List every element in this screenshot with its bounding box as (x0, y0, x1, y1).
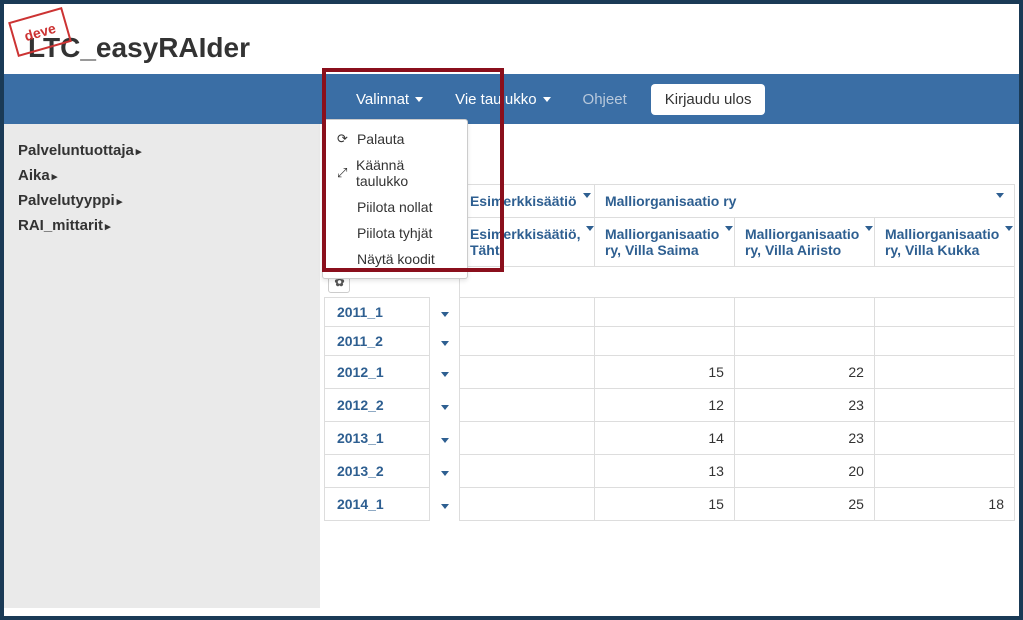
caret-down-icon (586, 226, 594, 231)
table-row: 2012_2 1223 (324, 388, 1014, 421)
col-header-label: Esimerkkisäätiö, Tähti (470, 226, 581, 258)
row-header[interactable]: 2013_2 (324, 454, 429, 487)
caret-down-icon (865, 226, 873, 231)
caret-down-icon[interactable] (441, 438, 449, 443)
caret-down-icon (543, 97, 551, 102)
data-cell (874, 388, 1014, 421)
row-header[interactable]: 2011_1 (324, 297, 429, 326)
col-header-1[interactable]: Malliorganisaatio ry, Villa Saima (594, 218, 734, 267)
data-cell (594, 297, 734, 326)
data-cell: 15 (594, 355, 734, 388)
caret-down-icon[interactable] (441, 471, 449, 476)
data-cell (874, 454, 1014, 487)
data-cell (734, 326, 874, 355)
nav-vie-taulukko[interactable]: Vie taulukko (439, 77, 566, 122)
caret-down-icon[interactable] (441, 341, 449, 346)
dropdown-nayta-koodit[interactable]: Näytä koodit (323, 246, 467, 272)
row-header[interactable]: 2011_2 (324, 326, 429, 355)
sidebar-item-rai-mittarit[interactable]: RAI_mittarit (18, 215, 306, 236)
navbar: Valinnat Vie taulukko Ohjeet Kirjaudu ul… (4, 74, 1019, 124)
dropdown-piilota-nollat[interactable]: Piilota nollat (323, 194, 467, 220)
data-cell: 20 (734, 454, 874, 487)
data-cell (874, 355, 1014, 388)
caret-down-icon (725, 226, 733, 231)
caret-down-icon[interactable] (441, 504, 449, 509)
caret-down-icon[interactable] (441, 405, 449, 410)
data-cell: 13 (594, 454, 734, 487)
valinnat-dropdown: ⟳ Palauta ⤢ Käännä taulukko Piilota noll… (322, 119, 468, 279)
data-cell (459, 421, 594, 454)
sidebar-item-palvelutyyppi[interactable]: Palvelutyyppi (18, 190, 306, 211)
dropdown-piilota-tyhjat[interactable]: Piilota tyhjät (323, 220, 467, 246)
table-row: 2012_1 1522 (324, 355, 1014, 388)
data-cell (459, 487, 594, 520)
caret-down-icon[interactable] (441, 312, 449, 317)
data-cell (459, 454, 594, 487)
app-header: deve LTC_easyRAIder (4, 4, 1019, 74)
dropdown-piilota-nollat-label: Piilota nollat (357, 199, 433, 215)
expand-icon: ⤢ (337, 165, 350, 181)
caret-down-icon (415, 97, 423, 102)
row-header[interactable]: 2013_1 (324, 421, 429, 454)
data-cell (734, 297, 874, 326)
nav-valinnat-label: Valinnat (356, 91, 409, 108)
nav-valinnat[interactable]: Valinnat (340, 77, 439, 122)
data-cell (459, 388, 594, 421)
group-header-label: Malliorganisaatio ry (605, 193, 736, 209)
data-cell: 22 (734, 355, 874, 388)
dropdown-palauta[interactable]: ⟳ Palauta (323, 126, 467, 152)
table-row: 2011_1 (324, 297, 1014, 326)
row-header[interactable]: 2014_1 (324, 487, 429, 520)
group-header-esimerkkisaatio[interactable]: Esimerkkisäätiö (459, 185, 594, 218)
table-row: 2014_1 152518 (324, 487, 1014, 520)
dropdown-piilota-tyhjat-label: Piilota tyhjät (357, 225, 432, 241)
nav-ohjeet[interactable]: Ohjeet (567, 77, 643, 122)
caret-down-icon (1005, 226, 1013, 231)
logout-button[interactable]: Kirjaudu ulos (651, 84, 766, 115)
caret-down-icon[interactable] (441, 372, 449, 377)
data-cell (459, 326, 594, 355)
sidebar: Palveluntuottaja Aika Palvelutyyppi RAI_… (4, 124, 320, 608)
data-cell (459, 297, 594, 326)
dropdown-nayta-koodit-label: Näytä koodit (357, 251, 435, 267)
data-cell (459, 355, 594, 388)
content-area: ⟳ Palauta ⤢ Käännä taulukko Piilota noll… (320, 124, 1019, 608)
data-cell (594, 326, 734, 355)
col-header-3[interactable]: Malliorganisaatio ry, Villa Kukka (874, 218, 1014, 267)
col-header-label: Malliorganisaatio ry, Villa Airisto (745, 226, 859, 258)
dropdown-palauta-label: Palauta (357, 131, 404, 147)
data-cell: 12 (594, 388, 734, 421)
nav-vie-taulukko-label: Vie taulukko (455, 91, 536, 108)
sidebar-item-palveluntuottaja[interactable]: Palveluntuottaja (18, 140, 306, 161)
data-cell: 23 (734, 421, 874, 454)
app-title: LTC_easyRAIder (28, 32, 1003, 64)
row-header[interactable]: 2012_2 (324, 388, 429, 421)
group-header-malliorganisaatio[interactable]: Malliorganisaatio ry (594, 185, 1014, 218)
data-cell: 25 (734, 487, 874, 520)
dropdown-kaanna-label: Käännä taulukko (356, 157, 453, 189)
dropdown-kaanna[interactable]: ⤢ Käännä taulukko (323, 152, 467, 194)
col-header-label: Malliorganisaatio ry, Villa Kukka (885, 226, 999, 258)
table-row: 2013_2 1320 (324, 454, 1014, 487)
sidebar-item-aika[interactable]: Aika (18, 165, 306, 186)
data-cell (874, 421, 1014, 454)
caret-down-icon (996, 193, 1004, 198)
col-header-2[interactable]: Malliorganisaatio ry, Villa Airisto (734, 218, 874, 267)
data-cell: 14 (594, 421, 734, 454)
data-cell (874, 326, 1014, 355)
col-header-label: Malliorganisaatio ry, Villa Saima (605, 226, 719, 258)
data-cell (874, 297, 1014, 326)
table-row: 2011_2 (324, 326, 1014, 355)
table-row: 2013_1 1423 (324, 421, 1014, 454)
col-header-0[interactable]: Esimerkkisäätiö, Tähti (459, 218, 594, 267)
data-cell: 23 (734, 388, 874, 421)
row-header[interactable]: 2012_1 (324, 355, 429, 388)
caret-down-icon (583, 193, 591, 198)
main: Palveluntuottaja Aika Palvelutyyppi RAI_… (4, 124, 1019, 608)
group-header-label: Esimerkkisäätiö (470, 193, 577, 209)
data-cell: 18 (874, 487, 1014, 520)
data-cell: 15 (594, 487, 734, 520)
refresh-icon: ⟳ (337, 131, 351, 147)
